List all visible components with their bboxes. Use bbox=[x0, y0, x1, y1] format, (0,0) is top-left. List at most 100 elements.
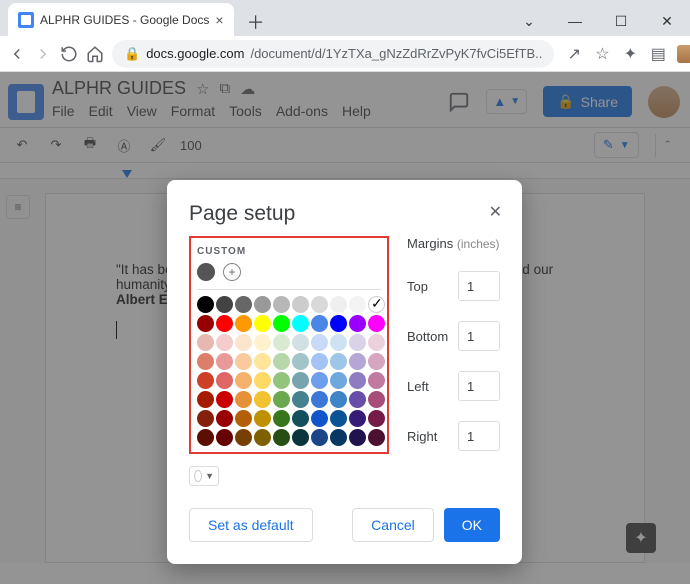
color-swatch[interactable] bbox=[273, 353, 290, 370]
color-swatch[interactable] bbox=[273, 315, 290, 332]
sidepanel-icon[interactable]: ▤ bbox=[646, 42, 670, 66]
color-swatch[interactable] bbox=[311, 334, 328, 351]
color-swatch[interactable] bbox=[349, 315, 366, 332]
set-default-button[interactable]: Set as default bbox=[189, 508, 313, 542]
color-swatch[interactable] bbox=[349, 391, 366, 408]
color-swatch[interactable] bbox=[254, 296, 271, 313]
color-swatch[interactable] bbox=[368, 334, 385, 351]
color-swatch[interactable] bbox=[292, 372, 309, 389]
window-maximize-icon[interactable]: ☐ bbox=[598, 6, 644, 36]
color-swatch[interactable] bbox=[311, 315, 328, 332]
color-swatch[interactable] bbox=[197, 353, 214, 370]
color-swatch[interactable] bbox=[197, 372, 214, 389]
color-swatch[interactable] bbox=[368, 429, 385, 446]
color-swatch[interactable] bbox=[368, 353, 385, 370]
color-swatch[interactable] bbox=[254, 410, 271, 427]
custom-color-swatch[interactable] bbox=[197, 263, 215, 281]
window-minimize-icon[interactable]: — bbox=[552, 6, 598, 36]
color-swatch[interactable] bbox=[311, 296, 328, 313]
color-swatch[interactable] bbox=[216, 296, 233, 313]
share-page-icon[interactable]: ↗ bbox=[562, 42, 586, 66]
color-swatch[interactable] bbox=[349, 353, 366, 370]
color-swatch[interactable] bbox=[197, 315, 214, 332]
color-swatch[interactable] bbox=[216, 315, 233, 332]
page-color-dropdown[interactable]: ▼ bbox=[189, 466, 219, 486]
color-swatch[interactable] bbox=[216, 372, 233, 389]
color-swatch[interactable] bbox=[235, 296, 252, 313]
color-swatch[interactable] bbox=[292, 315, 309, 332]
color-swatch[interactable] bbox=[292, 410, 309, 427]
color-swatch[interactable] bbox=[235, 372, 252, 389]
color-swatch[interactable] bbox=[311, 410, 328, 427]
color-swatch[interactable] bbox=[330, 429, 347, 446]
color-swatch[interactable] bbox=[197, 391, 214, 408]
color-swatch[interactable] bbox=[273, 296, 290, 313]
color-swatch[interactable] bbox=[330, 334, 347, 351]
color-swatch[interactable] bbox=[235, 391, 252, 408]
color-swatch[interactable] bbox=[368, 391, 385, 408]
color-swatch[interactable] bbox=[292, 353, 309, 370]
color-swatch[interactable] bbox=[197, 334, 214, 351]
color-swatch[interactable] bbox=[311, 353, 328, 370]
color-swatch[interactable] bbox=[292, 296, 309, 313]
margin-bottom-input[interactable] bbox=[458, 321, 500, 351]
dialog-close-icon[interactable]: ✕ bbox=[489, 202, 502, 222]
color-swatch[interactable] bbox=[273, 429, 290, 446]
color-swatch[interactable] bbox=[254, 372, 271, 389]
color-swatch[interactable] bbox=[311, 429, 328, 446]
extensions-icon[interactable]: ✦ bbox=[618, 42, 642, 66]
color-swatch[interactable] bbox=[216, 353, 233, 370]
color-swatch[interactable] bbox=[235, 353, 252, 370]
color-swatch[interactable] bbox=[235, 334, 252, 351]
window-dropdown-icon[interactable]: ⌄ bbox=[506, 6, 552, 36]
color-swatch[interactable] bbox=[368, 315, 385, 332]
color-swatch[interactable] bbox=[235, 410, 252, 427]
ok-button[interactable]: OK bbox=[444, 508, 500, 542]
nav-reload-icon[interactable] bbox=[60, 40, 78, 68]
color-swatch[interactable] bbox=[197, 429, 214, 446]
color-swatch[interactable] bbox=[254, 353, 271, 370]
color-swatch[interactable] bbox=[368, 372, 385, 389]
color-swatch[interactable] bbox=[368, 410, 385, 427]
color-swatch[interactable] bbox=[292, 334, 309, 351]
color-swatch[interactable] bbox=[216, 410, 233, 427]
color-swatch[interactable] bbox=[349, 410, 366, 427]
color-swatch[interactable] bbox=[273, 372, 290, 389]
color-swatch[interactable] bbox=[216, 391, 233, 408]
color-swatch[interactable] bbox=[330, 315, 347, 332]
color-swatch[interactable] bbox=[254, 334, 271, 351]
color-swatch[interactable] bbox=[273, 410, 290, 427]
color-swatch[interactable] bbox=[197, 410, 214, 427]
color-swatch[interactable] bbox=[235, 315, 252, 332]
color-swatch[interactable] bbox=[254, 391, 271, 408]
cancel-button[interactable]: Cancel bbox=[352, 508, 434, 542]
color-swatch[interactable] bbox=[311, 372, 328, 389]
color-swatch[interactable] bbox=[292, 429, 309, 446]
color-swatch[interactable] bbox=[349, 429, 366, 446]
color-swatch[interactable] bbox=[311, 391, 328, 408]
color-swatch[interactable] bbox=[273, 334, 290, 351]
color-swatch[interactable] bbox=[273, 391, 290, 408]
margin-left-input[interactable] bbox=[458, 371, 500, 401]
nav-back-icon[interactable] bbox=[8, 40, 26, 68]
color-swatch[interactable] bbox=[197, 296, 214, 313]
color-swatch[interactable] bbox=[216, 334, 233, 351]
profile-ext-icon[interactable] bbox=[674, 42, 690, 66]
color-swatch[interactable] bbox=[330, 372, 347, 389]
color-swatch[interactable] bbox=[216, 429, 233, 446]
color-swatch[interactable] bbox=[292, 391, 309, 408]
color-swatch[interactable] bbox=[330, 410, 347, 427]
color-swatch[interactable] bbox=[254, 429, 271, 446]
nav-home-icon[interactable] bbox=[86, 40, 104, 68]
browser-tab[interactable]: ALPHR GUIDES - Google Docs × bbox=[8, 3, 234, 36]
margin-right-input[interactable] bbox=[458, 421, 500, 451]
add-custom-color-icon[interactable]: + bbox=[223, 263, 241, 281]
color-swatch[interactable] bbox=[349, 334, 366, 351]
tab-close-icon[interactable]: × bbox=[215, 12, 223, 28]
window-close-icon[interactable]: ✕ bbox=[644, 6, 690, 36]
margin-top-input[interactable] bbox=[458, 271, 500, 301]
color-swatch[interactable] bbox=[254, 315, 271, 332]
new-tab-button[interactable]: ＋ bbox=[242, 8, 270, 36]
color-swatch[interactable] bbox=[235, 429, 252, 446]
color-swatch[interactable]: ✓ bbox=[368, 296, 385, 313]
